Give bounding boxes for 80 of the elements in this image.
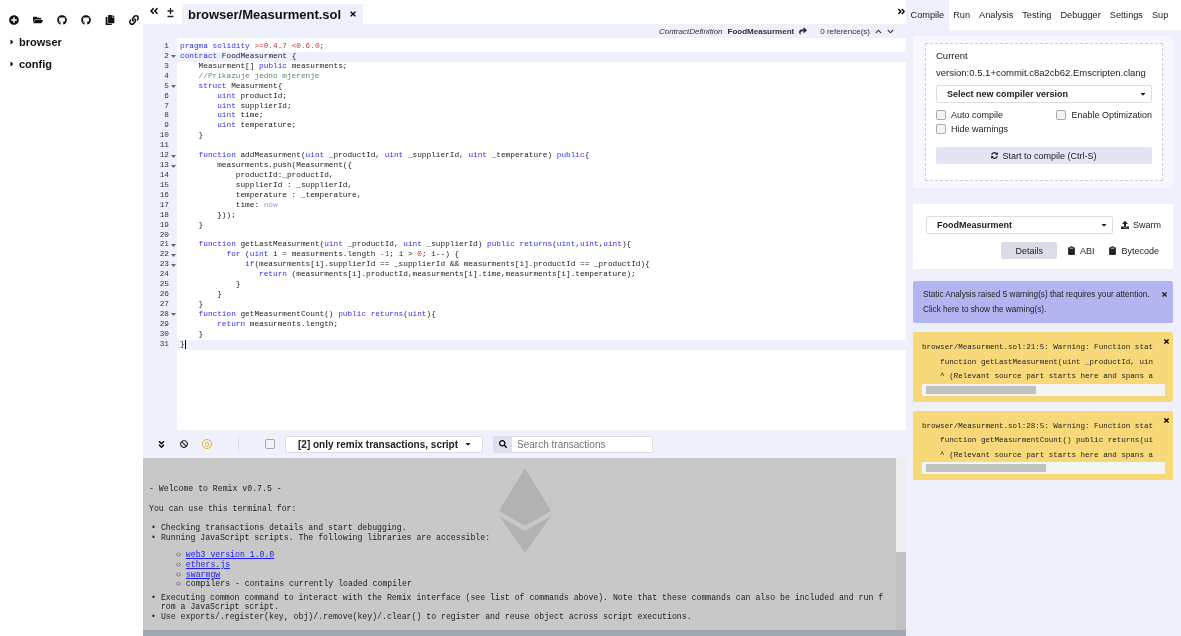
option-checkbox[interactable]: Hide warnings xyxy=(936,124,1057,134)
caret-icon xyxy=(464,440,473,448)
contract-button[interactable]: Details xyxy=(1001,242,1057,259)
clipboard-icon xyxy=(1066,246,1076,255)
expand-right-icon[interactable] xyxy=(897,7,906,16)
plus-minus-icon[interactable] xyxy=(167,8,174,18)
github-icon[interactable] xyxy=(81,15,91,25)
search-field[interactable]: Search transactions xyxy=(493,435,654,453)
terminal-bullet: compilers - contains currently loaded compiler xyxy=(185,579,412,589)
reference-count: 0 reference(s) xyxy=(820,26,870,36)
github-icon[interactable] xyxy=(57,15,67,25)
terminal-bullet: Checking transactions details and start debugging. xyxy=(160,523,407,533)
library-link[interactable]: web3 version 1.0.0 xyxy=(185,550,275,560)
library-link[interactable]: ethers.js xyxy=(185,559,231,570)
bullet-marker: ○ xyxy=(175,569,181,580)
collapse-down-icon[interactable] xyxy=(157,439,166,449)
caret-icon xyxy=(1100,221,1108,229)
compiler-select[interactable]: Select new compiler version xyxy=(936,85,1152,103)
terminal-bullet: Running JavaScript scripts. The following libraries are accessible: xyxy=(160,532,491,543)
context-kind: ContractDefinition xyxy=(658,26,723,36)
fold-arrow-icon[interactable] xyxy=(170,85,176,89)
terminal-bullet: Executing common command to interact with the Remix interface (see list of commands above). Note that these commands can also be included and run from a JavaScript script. xyxy=(160,592,885,612)
close-icon[interactable] xyxy=(1163,338,1170,345)
library-link[interactable]: swarmgw xyxy=(185,569,221,580)
upload-icon xyxy=(1121,221,1129,229)
bullet-marker: ○ xyxy=(175,550,181,560)
refresh-icon xyxy=(991,152,999,159)
filter-dropdown[interactable]: [2] only remix transactions, script xyxy=(285,435,484,453)
fold-arrow-icon[interactable] xyxy=(170,313,176,317)
alert-text: Click here to show the warning(s). xyxy=(923,304,1048,316)
bullet-marker: • xyxy=(151,592,156,604)
add-file-icon[interactable] xyxy=(9,15,19,25)
swarm-button[interactable]: Swarm xyxy=(1119,216,1163,234)
option-checkbox[interactable]: Auto compile xyxy=(936,110,1057,120)
fold-arrow-icon[interactable] xyxy=(170,55,176,59)
folder-icon[interactable] xyxy=(33,15,43,25)
bullet-marker: ○ xyxy=(175,559,181,570)
terminal-intro: You can use this terminal for: xyxy=(149,503,298,514)
editor-tab[interactable]: browser/Measurment.sol xyxy=(182,4,364,24)
fold-arrow-icon[interactable] xyxy=(170,263,176,267)
clear-icon[interactable] xyxy=(180,440,188,448)
fold-arrow-icon[interactable] xyxy=(170,243,176,247)
horizontal-scrollbar[interactable] xyxy=(922,383,1165,396)
analysis-alert[interactable]: Static Analysis raised 5 warning(s) that requires your attention. Click here to show the warning(s). xyxy=(913,281,1173,323)
horizontal-scrollbar[interactable] xyxy=(922,462,1165,474)
fold-arrow-icon[interactable] xyxy=(170,164,176,168)
current-label: Current xyxy=(936,50,969,61)
option-checkbox[interactable]: Enable Optimization xyxy=(1056,110,1152,120)
bullet-marker: ○ xyxy=(175,579,181,589)
close-icon[interactable] xyxy=(1161,291,1168,298)
fold-arrow-icon[interactable] xyxy=(170,154,176,158)
chevron-up-icon[interactable] xyxy=(875,27,882,35)
contract-button[interactable]: Bytecode xyxy=(1104,242,1163,259)
caret-icon xyxy=(1139,90,1147,98)
scrollbar[interactable] xyxy=(896,458,906,630)
folder-tree-item[interactable]: config xyxy=(8,58,143,70)
close-icon[interactable] xyxy=(1163,416,1170,424)
link-icon[interactable] xyxy=(129,15,139,25)
bullet-marker: • xyxy=(151,611,156,622)
fold-arrow-icon[interactable] xyxy=(170,253,176,257)
context-name: FoodMeasurment xyxy=(727,26,795,36)
filter-checkbox[interactable] xyxy=(265,439,275,449)
chevron-down-icon[interactable] xyxy=(887,27,894,35)
alert-text: Static Analysis raised 5 warning(s) that requires your attention. xyxy=(923,289,1150,301)
panel-tab[interactable]: Compile xyxy=(906,0,949,30)
close-icon[interactable] xyxy=(349,10,358,18)
compile-button[interactable]: Start to compile (Ctrl-S) xyxy=(936,147,1152,164)
collapse-left-icon[interactable] xyxy=(149,6,159,16)
copy-icon[interactable] xyxy=(105,15,115,25)
clipboard-icon xyxy=(1108,246,1118,255)
share-arrow-icon[interactable] xyxy=(799,27,808,35)
bullet-marker: • xyxy=(151,532,156,544)
welcome-text: - Welcome to Remix v0.7.5 - xyxy=(149,484,283,494)
search-icon xyxy=(499,440,508,448)
contract-button[interactable]: ABI xyxy=(1062,242,1099,259)
bullet-marker: • xyxy=(151,523,156,533)
contract-select[interactable]: FoodMeasurment xyxy=(926,216,1113,234)
terminal-bullet: Use exports/.register(key, obj)/.remove(key)/.clear() to register and reuse object across script executions. xyxy=(160,611,692,622)
folder-tree-item[interactable]: browser xyxy=(8,36,143,48)
compiler-version: version:0.5.1+commit.c8a2cb62.Emscripten.clang xyxy=(936,67,1147,78)
